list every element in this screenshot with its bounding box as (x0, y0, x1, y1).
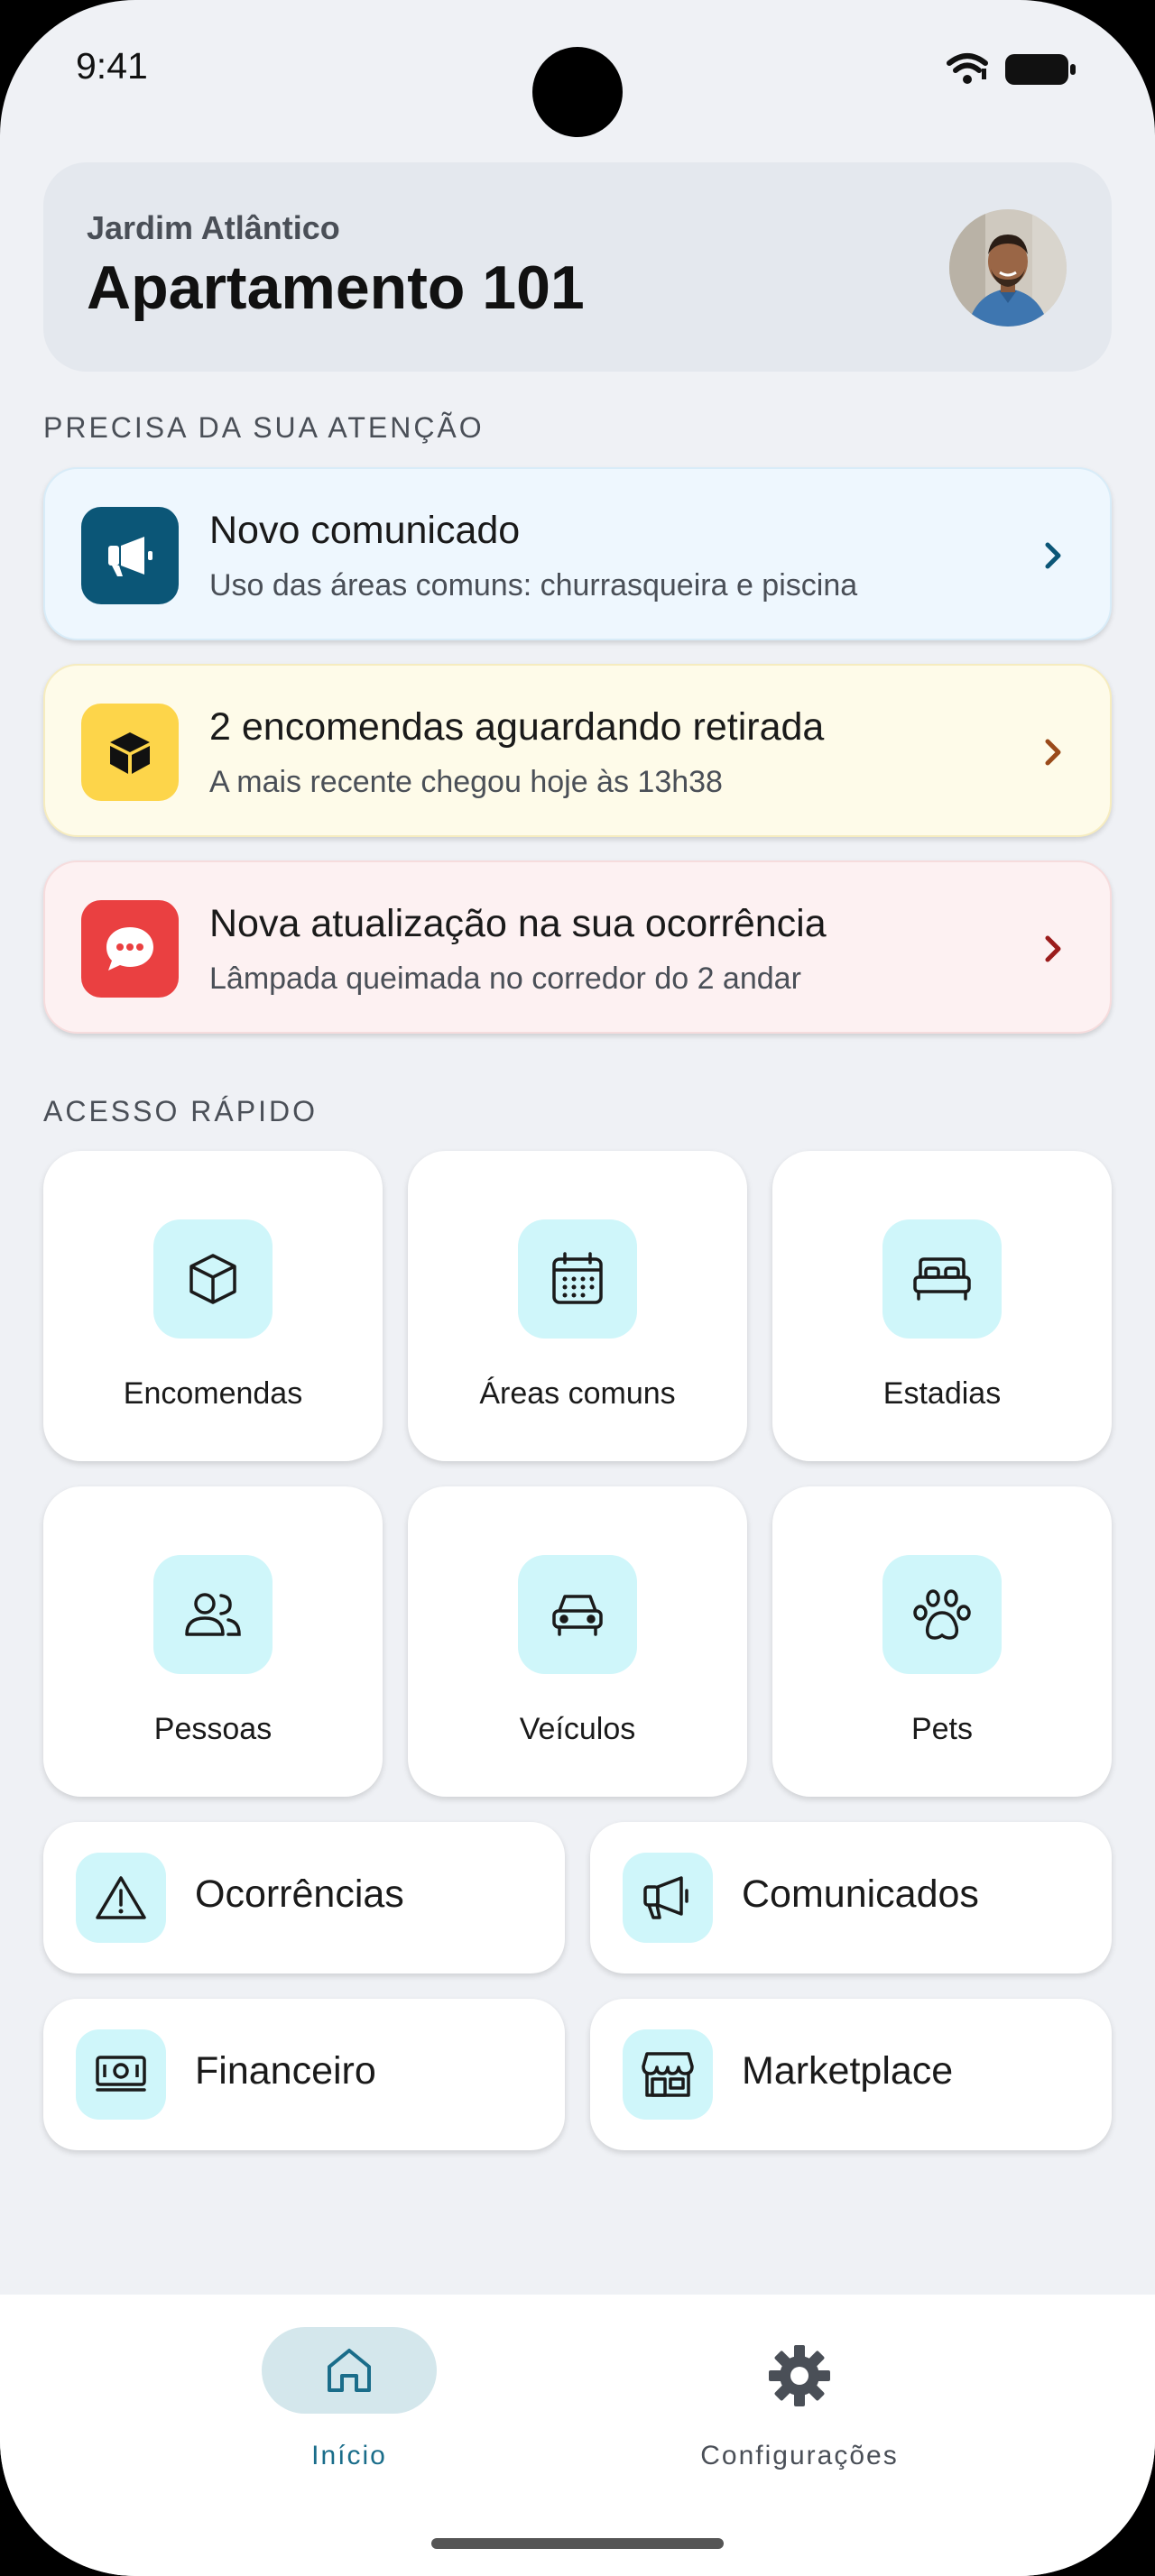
nav-label-configuracoes[interactable]: Configurações (664, 2441, 935, 2471)
package-icon (81, 704, 179, 801)
gear-icon[interactable] (765, 2341, 834, 2410)
row-label: Financeiro (195, 2049, 376, 2093)
tile-estadias[interactable]: Estadias (772, 1151, 1112, 1461)
quick-access-section-title: ACESSO RÁPIDO (43, 1095, 318, 1127)
warning-icon (76, 1853, 166, 1943)
alert-packages-waiting[interactable]: 2 encomendas aguardando retirada A mais … (43, 664, 1112, 837)
row-marketplace[interactable]: Marketplace (590, 1999, 1112, 2150)
row-comunicados[interactable]: Comunicados (590, 1822, 1112, 1973)
chevron-right-icon (1045, 739, 1061, 766)
people-icon (153, 1555, 273, 1674)
tile-pessoas[interactable]: Pessoas (43, 1486, 383, 1797)
nav-item-inicio[interactable] (262, 2327, 437, 2414)
tile-label: Pets (910, 1712, 974, 1746)
row-label: Comunicados (742, 1872, 979, 1916)
money-icon (76, 2029, 166, 2120)
row-label: Marketplace (742, 2049, 954, 2093)
user-avatar-photo-icon (949, 209, 1067, 327)
car-icon (518, 1555, 637, 1674)
home-icon (328, 2349, 371, 2392)
app-screen: 9:41 Jardim Atlântico Apartamento 101 PR… (0, 0, 1155, 2576)
unit-name: Apartamento 101 (87, 253, 585, 322)
alert-title: Nova atualização na sua ocorrência (209, 902, 827, 945)
wifi-icon (947, 53, 988, 84)
unit-header-card: Jardim Atlântico Apartamento 101 (43, 162, 1112, 372)
avatar[interactable] (949, 209, 1067, 327)
status-time: 9:41 (76, 45, 148, 87)
tile-label: Pessoas (153, 1712, 273, 1746)
tile-areas-comuns[interactable]: Áreas comuns (408, 1151, 747, 1461)
tile-label: Encomendas (123, 1376, 303, 1411)
tile-label: Veículos (519, 1712, 636, 1746)
alert-title: Novo comunicado (209, 509, 521, 552)
row-label: Ocorrências (195, 1872, 404, 1916)
front-camera (532, 47, 623, 137)
alert-new-announcement[interactable]: Novo comunicado Uso das áreas comuns: ch… (43, 467, 1112, 640)
tile-pets[interactable]: Pets (772, 1486, 1112, 1797)
calendar-icon (518, 1219, 637, 1339)
chevron-right-icon (1045, 542, 1061, 569)
attention-section-title: PRECISA DA SUA ATENÇÃO (43, 411, 485, 444)
alert-subtitle: A mais recente chegou hoje às 13h38 (209, 765, 723, 799)
tile-label: Estadias (882, 1376, 1002, 1411)
paw-icon (882, 1555, 1002, 1674)
row-financeiro[interactable]: Financeiro (43, 1999, 565, 2150)
chat-bubble-icon (81, 900, 179, 998)
tile-veiculos[interactable]: Veículos (408, 1486, 747, 1797)
chevron-right-icon (1045, 935, 1061, 962)
bottom-navigation: Início Configurações (0, 2295, 1155, 2576)
megaphone-icon (623, 1853, 713, 1943)
alert-title: 2 encomendas aguardando retirada (209, 705, 825, 749)
tile-label: Áreas comuns (479, 1376, 676, 1411)
nav-label-inicio[interactable]: Início (262, 2441, 437, 2471)
tile-encomendas[interactable]: Encomendas (43, 1151, 383, 1461)
box-icon (153, 1219, 273, 1339)
row-ocorrencias[interactable]: Ocorrências (43, 1822, 565, 1973)
alert-incident-update[interactable]: Nova atualização na sua ocorrência Lâmpa… (43, 860, 1112, 1034)
store-icon (623, 2029, 713, 2120)
alert-subtitle: Uso das áreas comuns: churrasqueira e pi… (209, 568, 858, 603)
battery-icon (1005, 54, 1076, 85)
home-indicator[interactable] (431, 2538, 724, 2549)
megaphone-icon (81, 507, 179, 604)
alert-subtitle: Lâmpada queimada no corredor do 2 andar (209, 961, 801, 996)
bed-icon (882, 1219, 1002, 1339)
condominium-name: Jardim Atlântico (87, 209, 340, 246)
